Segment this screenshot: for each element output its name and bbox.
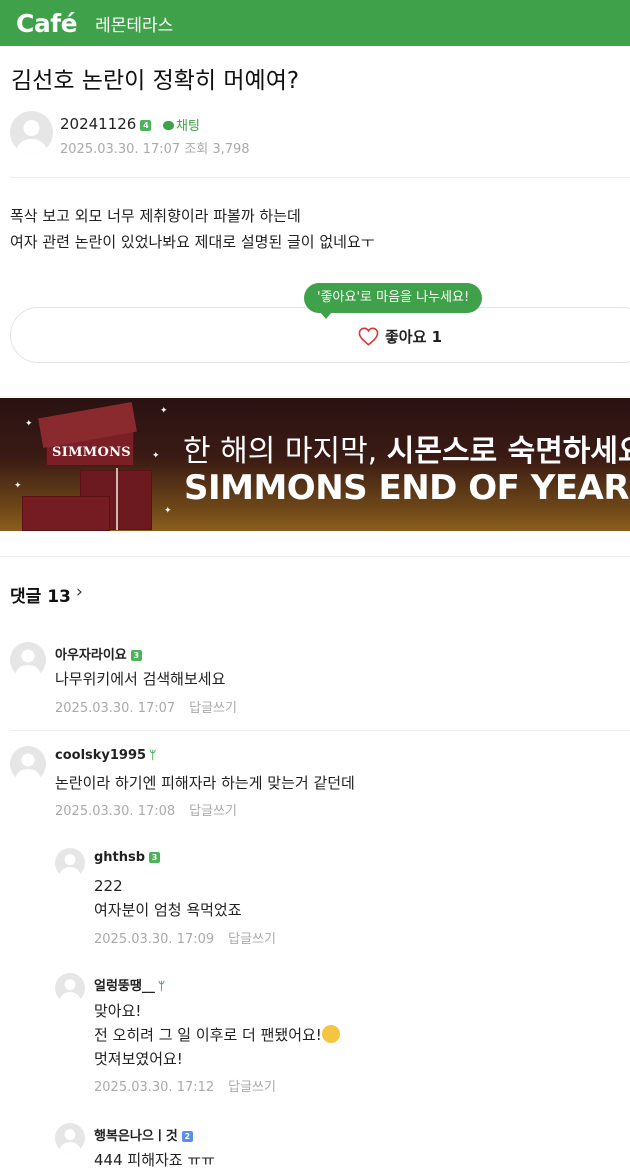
comment-text: 여자분이 엄청 욕먹었죠	[94, 901, 242, 919]
post-views: 조회 3,798	[184, 142, 250, 157]
commenter-name[interactable]: coolsky1995 ᛘ	[55, 748, 156, 763]
chat-bubble-icon	[163, 121, 174, 130]
divider	[0, 556, 630, 557]
level-badge-icon: 2	[181, 1131, 193, 1142]
cafe-logo[interactable]: Café	[16, 9, 78, 38]
post-meta: 2025.03.30. 17:07 조회 3,798	[60, 138, 250, 157]
ad-headline-part: 한 해의 마지막,	[183, 434, 387, 469]
default-avatar-icon	[16, 120, 47, 154]
default-avatar-icon	[15, 753, 41, 782]
divider	[10, 177, 630, 178]
cafe-name-link[interactable]: 레몬테라스	[95, 11, 173, 36]
sparkle-icon: ✦	[160, 405, 168, 415]
heart-icon	[358, 327, 379, 346]
comment-text: 444 피해자죠 ㅠㅠ	[94, 1151, 215, 1169]
like-button[interactable]: 좋아요 1	[358, 326, 442, 347]
comment-meta: 2025.03.30. 17:12 답글쓰기	[94, 1076, 276, 1095]
like-tooltip: '좋아요'로 마음을 나누세요!	[304, 283, 483, 319]
ad-subheadline: SIMMONS END OF YEAR	[184, 468, 630, 508]
comment-text: 논란이라 하기엔 피해자라 하는게 맞는거 같던데	[55, 774, 355, 792]
top-bar: Café 레몬테라스	[0, 0, 630, 46]
ribbon-decoration	[116, 468, 118, 530]
commenter-nickname: 아우자라이요	[55, 648, 127, 663]
sprout-icon: ᛘ	[157, 979, 166, 993]
comment-text: 나무위키에서 검색해보세요	[55, 670, 226, 688]
comment-meta: 2025.03.30. 17:08 답글쓰기	[55, 800, 237, 819]
comment-text: 맞아요!	[94, 1002, 142, 1020]
default-avatar-icon	[59, 854, 81, 878]
comment-text: 222	[94, 877, 123, 895]
level-badge-icon: 3	[149, 852, 161, 863]
commenter-nickname: 행복은나으ㅣ것	[94, 1129, 178, 1144]
comment-text-part: 전 오히려 그 일 이후로 더 팬됐어요!	[94, 1026, 322, 1044]
commenter-name[interactable]: 아우자라이요 3	[55, 644, 142, 663]
sparkle-icon: ✦	[14, 480, 22, 490]
author-row: 20241126 4 채팅 2025.03.30. 17:07 조회 3,798	[10, 111, 620, 157]
blushing-face-emoji-icon	[321, 1025, 340, 1043]
sparkle-icon: ✦	[164, 505, 172, 515]
author-nickname: 20241126	[60, 115, 137, 133]
level-badge-icon: 4	[140, 120, 152, 131]
post-body-line: 여자 관련 논란이 있었나봐요 제대로 설명된 글이 없네요ㅜ	[10, 233, 375, 251]
commenter-nickname: ghthsb	[94, 850, 146, 865]
author-avatar[interactable]	[10, 111, 53, 154]
comments-header[interactable]: 댓글 13	[10, 582, 71, 607]
ad-headline-bold: 시몬스로 숙면하세요	[386, 434, 630, 469]
commenter-name[interactable]: ghthsb 3	[94, 850, 161, 865]
post-title: 김선호 논란이 정확히 머예여?	[11, 68, 300, 94]
commenter-avatar[interactable]	[55, 973, 85, 1003]
comment-text: 멋져보였어요!	[94, 1050, 183, 1068]
reply-button[interactable]: 답글쓰기	[228, 932, 276, 947]
ad-headline: 한 해의 마지막, 시몬스로 숙면하세요	[183, 426, 630, 470]
comment-date: 2025.03.30. 17:08	[55, 804, 176, 819]
divider	[10, 730, 630, 731]
author-name[interactable]: 20241126 4	[60, 115, 152, 133]
chevron-right-icon[interactable]: ›	[76, 582, 83, 602]
post-body: 폭삭 보고 외모 너무 제취향이라 파볼까 하는데 여자 관련 논란이 있었나봐…	[10, 203, 375, 255]
comment-meta: 2025.03.30. 17:07 답글쓰기	[55, 697, 237, 716]
comment-text: 전 오히려 그 일 이후로 더 팬됐어요!	[94, 1023, 340, 1047]
post-body-line: 폭삭 보고 외모 너무 제취향이라 파볼까 하는데	[10, 207, 301, 225]
commenter-nickname: coolsky1995	[55, 748, 147, 763]
post-date: 2025.03.30. 17:07	[60, 142, 181, 157]
comment-date: 2025.03.30. 17:12	[94, 1080, 215, 1095]
default-avatar-icon	[59, 979, 81, 1003]
level-badge-icon: 3	[130, 650, 142, 661]
default-avatar-icon	[15, 649, 41, 678]
commenter-avatar[interactable]	[10, 746, 46, 782]
commenter-avatar[interactable]	[10, 642, 46, 678]
commenter-nickname: 얼렁뚱땡__	[94, 979, 155, 994]
default-avatar-icon	[59, 1129, 81, 1153]
sparkle-icon: ✦	[25, 418, 33, 428]
chat-label: 채팅	[176, 119, 200, 134]
chat-button[interactable]: 채팅	[163, 115, 200, 134]
commenter-name[interactable]: 얼렁뚱땡__ ᛘ	[94, 975, 165, 994]
like-count: 좋아요 1	[385, 328, 443, 346]
sprout-icon: ᛘ	[149, 748, 157, 762]
comment-meta: 2025.03.30. 17:09 답글쓰기	[94, 928, 276, 947]
commenter-avatar[interactable]	[55, 848, 85, 878]
commenter-avatar[interactable]	[55, 1123, 85, 1153]
commenter-name[interactable]: 행복은나으ㅣ것 2	[94, 1125, 193, 1144]
reply-button[interactable]: 답글쓰기	[228, 1080, 276, 1095]
ad-brand-logo: SIMMONS	[52, 445, 131, 460]
gift-box-decoration	[22, 496, 110, 531]
sparkle-icon: ✦	[152, 450, 160, 460]
reply-button[interactable]: 답글쓰기	[189, 701, 237, 716]
comment-date: 2025.03.30. 17:09	[94, 932, 215, 947]
comment-date: 2025.03.30. 17:07	[55, 701, 176, 716]
reply-button[interactable]: 답글쓰기	[189, 804, 237, 819]
